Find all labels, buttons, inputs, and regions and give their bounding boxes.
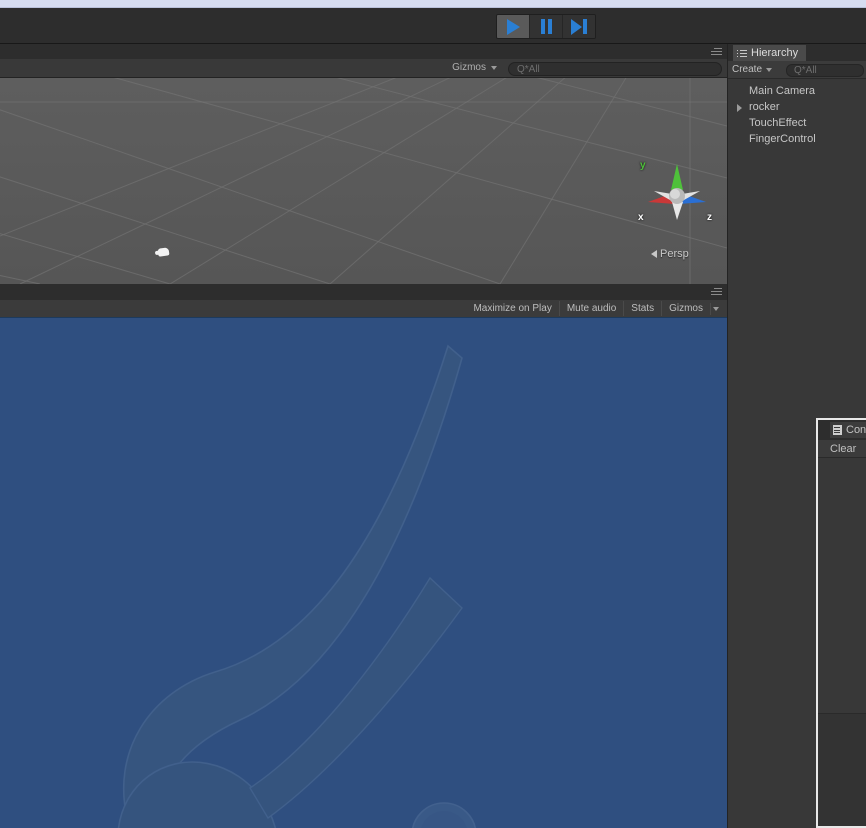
scene-viewport[interactable]: y x z Persp: [0, 78, 727, 284]
scene-search-input[interactable]: Q*All: [508, 62, 722, 76]
stats-button[interactable]: Stats: [623, 301, 661, 316]
hierarchy-search-placeholder: Q*All: [794, 65, 817, 76]
chevron-down-icon: [491, 65, 497, 70]
axis-label-z: z: [707, 212, 712, 223]
game-tab-row: [0, 284, 727, 300]
projection-text: Persp: [660, 248, 689, 260]
scene-gizmos-dropdown[interactable]: Gizmos: [452, 62, 497, 73]
os-title-strip: [0, 0, 866, 8]
pause-button[interactable]: [530, 15, 563, 38]
game-gizmos-dropdown-icon[interactable]: [710, 302, 723, 315]
pause-icon: [540, 19, 552, 34]
axis-label-x: x: [638, 212, 644, 223]
hierarchy-item-rocker[interactable]: rocker: [728, 99, 866, 115]
mute-audio-button[interactable]: Mute audio: [558, 301, 623, 316]
scene-panel-menu-icon[interactable]: [708, 46, 722, 57]
play-button[interactable]: [497, 15, 530, 38]
scene-view-panel: Gizmos Q*All y x z Persp: [0, 44, 727, 284]
tab-console[interactable]: Console: [830, 422, 866, 438]
step-button[interactable]: [563, 15, 595, 38]
console-window: Console Clear: [816, 418, 866, 828]
hierarchy-item-label: rocker: [749, 101, 780, 113]
game-viewport[interactable]: [0, 318, 727, 828]
play-icon: [506, 18, 520, 35]
hierarchy-tab-row: Hierarchy: [728, 44, 866, 61]
hierarchy-tab-label: Hierarchy: [751, 47, 799, 59]
game-gizmos-button[interactable]: Gizmos: [661, 301, 710, 316]
main-toolbar: [0, 8, 866, 44]
hierarchy-list: Main Camera rocker TouchEffect FingerCon…: [728, 79, 866, 147]
game-panel-menu-icon[interactable]: [708, 286, 722, 297]
scene-camera-gizmo-object[interactable]: [157, 247, 170, 257]
tab-hierarchy[interactable]: Hierarchy: [733, 45, 807, 61]
hierarchy-item-label: Main Camera: [749, 85, 816, 97]
hierarchy-toolbar: Create Q*All: [728, 61, 866, 79]
console-tab-row: Console: [818, 420, 866, 440]
hierarchy-create-label: Create: [732, 64, 763, 75]
hierarchy-item-label: TouchEffect: [749, 117, 807, 129]
hierarchy-item-label: FingerControl: [749, 133, 816, 145]
console-clear-button[interactable]: Clear: [830, 443, 856, 455]
scene-tab-row: [0, 44, 727, 59]
game-toolbar: Maximize on Play Mute audio Stats Gizmos: [0, 300, 727, 318]
hierarchy-icon: [737, 49, 747, 58]
scene-toolbar: Gizmos Q*All: [0, 59, 727, 78]
scene-projection-label[interactable]: Persp: [651, 248, 689, 260]
play-controls: [496, 14, 596, 39]
console-toolbar: Clear: [818, 440, 866, 458]
hierarchy-item-toucheffect[interactable]: TouchEffect: [728, 115, 866, 131]
hierarchy-search-input[interactable]: Q*All: [786, 64, 864, 77]
projection-arrow-icon: [651, 250, 657, 258]
virtual-joystick[interactable]: [0, 318, 727, 828]
chevron-down-icon: [766, 67, 773, 72]
console-log-list[interactable]: [818, 458, 866, 714]
game-view-panel: Maximize on Play Mute audio Stats Gizmos: [0, 284, 727, 828]
hierarchy-create-dropdown[interactable]: Create: [732, 64, 773, 75]
hierarchy-item-main-camera[interactable]: Main Camera: [728, 83, 866, 99]
axis-label-y: y: [640, 160, 646, 171]
scene-axis-gizmo[interactable]: [640, 160, 714, 234]
hierarchy-item-fingercontrol[interactable]: FingerControl: [728, 131, 866, 147]
scene-gizmos-label: Gizmos: [452, 62, 486, 73]
scene-grid: [0, 78, 727, 284]
maximize-on-play-button[interactable]: Maximize on Play: [466, 301, 558, 316]
console-tab-label: Console: [846, 424, 866, 436]
scene-search-placeholder: Q*All: [517, 63, 540, 75]
step-icon: [571, 18, 587, 35]
console-icon: [833, 425, 842, 435]
console-detail-pane[interactable]: [818, 714, 866, 826]
expand-arrow-icon[interactable]: [737, 104, 742, 112]
